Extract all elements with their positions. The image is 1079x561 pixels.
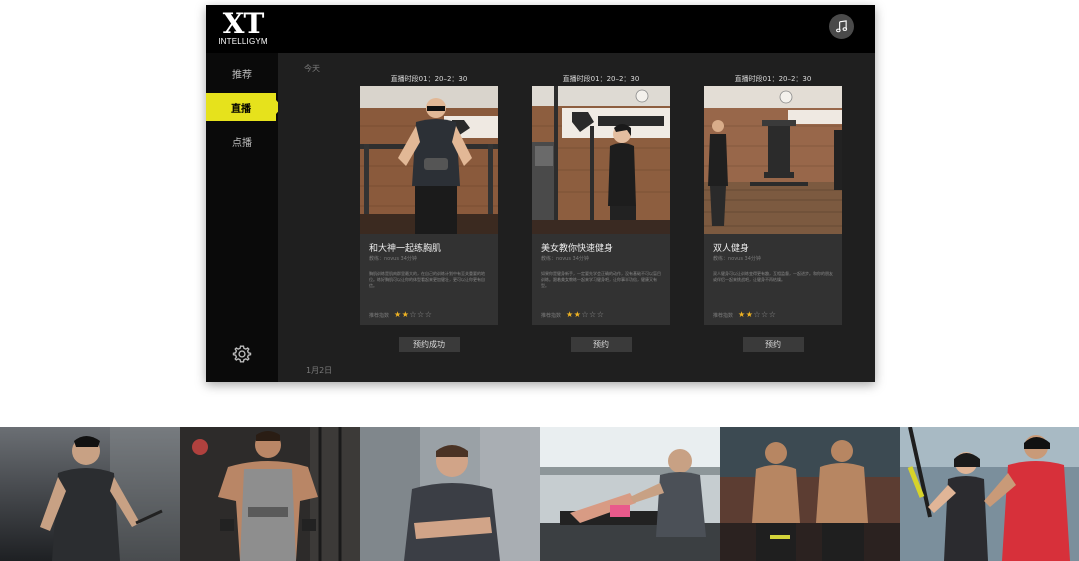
star-empty-icon: ☆ xyxy=(753,310,762,319)
star-empty-icon: ☆ xyxy=(761,310,769,319)
rating-label: 推荐指数 xyxy=(713,312,734,319)
photo-man-with-rope xyxy=(0,427,180,561)
logo-sub-text: INTELLIGYM xyxy=(218,37,268,46)
live-time-label: 直播时段01：20–2：30 xyxy=(734,75,812,83)
gear-icon[interactable] xyxy=(231,343,253,365)
class-description: 双人健身可以让训练变得更有趣，互相监督，一起进步。和你的朋友或伴侣一起来挑战吧，… xyxy=(713,271,833,282)
star-empty-icon: ☆ xyxy=(409,310,418,319)
date-label-next-day: 1月2日 xyxy=(306,366,333,375)
star-empty-icon: ☆ xyxy=(417,310,425,319)
top-bar: XT INTELLIGYM xyxy=(206,5,875,53)
live-time-label: 直播时段01：20–2：30 xyxy=(390,75,468,83)
photo-smiling-man-arms-crossed xyxy=(360,427,540,561)
live-time-label: 直播时段01：20–2：30 xyxy=(562,75,640,83)
class-description: 胸肌训练是肌肉群里最大的，在自己的训练计划中有至关重要的地位。练好胸肌可以让你的… xyxy=(369,271,485,288)
live-class-card-column: 直播时段01：20–2：30 xyxy=(532,73,670,352)
sidebar-item-live[interactable]: 直播 xyxy=(206,93,282,121)
reserve-button[interactable]: 预约 xyxy=(570,337,632,352)
main-content: 今天 1月2日 直播时段01：20–2：30 和大神一起练胸肌 教练：novus… xyxy=(278,53,875,382)
rating-row: 推荐指数 ★★☆☆☆ xyxy=(369,311,432,319)
reserve-button[interactable]: 预约成功 xyxy=(398,337,460,352)
live-class-card[interactable]: 双人健身 教练：novus 34分钟 双人健身可以让训练变得更有趣，互相监督，一… xyxy=(704,86,842,325)
star-rating: ★★☆☆☆ xyxy=(394,311,432,319)
rating-label: 推荐指数 xyxy=(541,312,562,319)
date-label-today: 今天 xyxy=(304,64,320,73)
star-filled-icon: ★ xyxy=(394,310,402,319)
class-coach-info: 教练：novus 34分钟 xyxy=(369,256,417,262)
rating-label: 推荐指数 xyxy=(369,312,390,319)
photo-trainer-assisting-woman xyxy=(540,427,720,561)
sidebar-item-label: 点播 xyxy=(232,137,252,149)
sidebar-item-label: 直播 xyxy=(231,103,251,115)
logo-main-text: XT xyxy=(222,7,265,40)
star-empty-icon: ☆ xyxy=(589,310,597,319)
photo-two-bodybuilders xyxy=(720,427,900,561)
star-empty-icon: ☆ xyxy=(581,310,590,319)
star-empty-icon: ☆ xyxy=(596,310,605,319)
music-button[interactable] xyxy=(829,14,854,39)
star-rating: ★★☆☆☆ xyxy=(566,311,604,319)
class-photo-gym-machine xyxy=(704,86,842,234)
class-photo-woman-trainer xyxy=(532,86,670,234)
live-class-card[interactable]: 和大神一起练胸肌 教练：novus 34分钟 胸肌训练是肌肉群里最大的，在自己的… xyxy=(360,86,498,325)
class-photo-chest-training xyxy=(360,86,498,234)
star-empty-icon: ☆ xyxy=(424,310,433,319)
live-class-card-column: 直播时段01：20–2：30 xyxy=(360,73,498,352)
sidebar: 推荐 直播 点播 xyxy=(206,53,282,382)
live-class-card[interactable]: 美女教你快速健身 教练：novus 34分钟 如果你是健身新手，一定要先学会正确… xyxy=(532,86,670,325)
live-class-card-column: 直播时段01：20–2：30 xyxy=(704,73,842,352)
photo-trainer-with-woman-trx xyxy=(900,427,1079,561)
sidebar-item-on-demand[interactable]: 点播 xyxy=(206,127,278,155)
sidebar-item-label: 推荐 xyxy=(232,69,252,81)
class-title: 和大神一起练胸肌 xyxy=(369,244,442,254)
star-empty-icon: ☆ xyxy=(768,310,777,319)
rating-row: 推荐指数 ★★☆☆☆ xyxy=(541,311,604,319)
class-coach-info: 教练：novus 34分钟 xyxy=(541,256,589,262)
reserve-button[interactable]: 预约 xyxy=(742,337,804,352)
music-note-icon xyxy=(836,20,848,33)
star-filled-icon: ★ xyxy=(566,310,574,319)
rating-row: 推荐指数 ★★☆☆☆ xyxy=(713,311,776,319)
photo-strip xyxy=(0,427,1079,561)
class-description: 如果你是健身新手，一定要先学会正确的动作，没有基础不可以盲目训练。跟着美女教练一… xyxy=(541,271,661,288)
class-coach-info: 教练：novus 34分钟 xyxy=(713,256,761,262)
xt-intelligym-logo: XT INTELLIGYM xyxy=(218,7,268,49)
class-title: 双人健身 xyxy=(713,244,750,254)
photo-muscular-man-gym xyxy=(180,427,360,561)
sidebar-item-recommended[interactable]: 推荐 xyxy=(206,59,278,87)
app-window: XT INTELLIGYM 推荐 直播 点播 今天 1月2日 直播时段01：20… xyxy=(206,5,875,382)
star-filled-icon: ★ xyxy=(738,310,746,319)
star-rating: ★★☆☆☆ xyxy=(738,311,776,319)
class-title: 美女教你快速健身 xyxy=(541,244,614,254)
